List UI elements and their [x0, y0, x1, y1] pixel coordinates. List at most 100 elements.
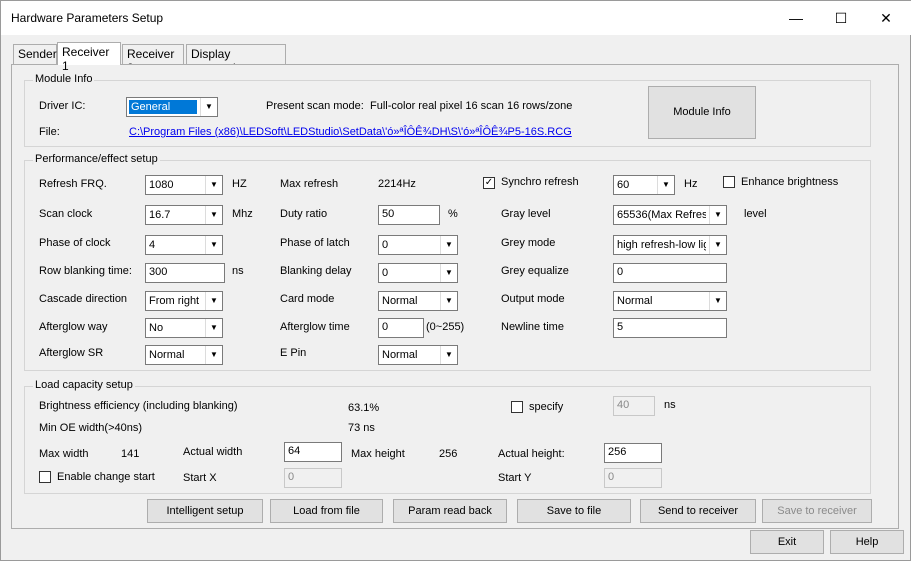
minimize-button[interactable]: — [773, 1, 819, 35]
param-read-back-button[interactable]: Param read back [393, 499, 507, 523]
output-mode-value: Normal [617, 295, 653, 307]
cascade-direction-label: Cascade direction [39, 293, 128, 305]
afterglow-way-select[interactable]: No ▼ [145, 318, 223, 338]
actual-height-input[interactable]: 256 [604, 443, 662, 463]
newline-time-input[interactable]: 5 [613, 318, 727, 338]
driver-ic-select[interactable]: General ▼ [126, 97, 218, 117]
tab-receiver-2[interactable]: Receiver 2 [122, 44, 184, 75]
max-width-value: 141 [121, 448, 140, 460]
blanking-delay-value: 0 [382, 267, 389, 279]
save-to-file-button[interactable]: Save to file [517, 499, 631, 523]
output-mode-label: Output mode [501, 293, 565, 305]
file-label: File: [39, 126, 60, 138]
start-x-input[interactable]: 0 [284, 468, 342, 488]
afterglow-time-input[interactable]: 0 [378, 318, 424, 338]
max-height-label: Max height [351, 448, 405, 460]
specify-unit: ns [664, 399, 676, 411]
min-oe-label: Min OE width(>40ns) [39, 422, 143, 434]
module-info-legend: Module Info [33, 73, 95, 85]
max-refresh-label: Max refresh [280, 178, 339, 190]
chevron-down-icon: ▼ [200, 98, 217, 116]
load-capacity-legend: Load capacity setup [33, 379, 135, 391]
enhance-brightness-label: Enhance brightness [741, 176, 839, 188]
tab-display-connection[interactable]: Display connection [186, 44, 286, 75]
grey-equalize-input[interactable]: 0 [613, 263, 727, 283]
window-title: Hardware Parameters Setup [11, 11, 164, 25]
phase-latch-select[interactable]: 0 ▼ [378, 235, 458, 255]
chevron-down-icon: ▼ [709, 206, 726, 224]
afterglow-way-value: No [149, 322, 164, 334]
driver-ic-label: Driver IC: [39, 100, 86, 112]
chevron-down-icon: ▼ [440, 264, 457, 282]
enable-change-start-label: Enable change start [57, 471, 155, 483]
row-blanking-input[interactable]: 300 [145, 263, 225, 283]
exit-button[interactable]: Exit [750, 530, 824, 554]
scan-mode-value: Full-color real pixel 16 scan 16 rows/zo… [370, 100, 573, 112]
enhance-brightness-checkbox[interactable] [723, 176, 735, 188]
tab-sender[interactable]: Sender [13, 44, 57, 64]
output-mode-select[interactable]: Normal ▼ [613, 291, 727, 311]
specify-input[interactable]: 40 [613, 396, 655, 416]
scan-clock-select[interactable]: 16.7 ▼ [145, 205, 223, 225]
refresh-frq-select[interactable]: 1080 ▼ [145, 175, 223, 195]
chevron-down-icon: ▼ [205, 236, 222, 254]
chevron-down-icon: ▼ [205, 292, 222, 310]
chevron-down-icon: ▼ [205, 176, 222, 194]
card-mode-label: Card mode [280, 293, 335, 305]
actual-width-input[interactable]: 64 [284, 442, 342, 462]
phase-clock-label: Phase of clock [39, 237, 111, 249]
maximize-button[interactable]: ☐ [818, 1, 864, 35]
phase-latch-label: Phase of latch [280, 237, 350, 249]
refresh-frq-unit: HZ [232, 178, 247, 190]
afterglow-time-label: Afterglow time [280, 321, 350, 333]
actual-width-label: Actual width [183, 446, 243, 458]
gray-level-select[interactable]: 65536(Max Refresh ▼ [613, 205, 727, 225]
epin-select[interactable]: Normal ▼ [378, 345, 458, 365]
start-x-label: Start X [183, 472, 217, 484]
card-mode-select[interactable]: Normal ▼ [378, 291, 458, 311]
phase-clock-select[interactable]: 4 ▼ [145, 235, 223, 255]
blanking-delay-label: Blanking delay [280, 265, 352, 277]
driver-ic-value: General [129, 100, 197, 114]
scan-clock-unit: Mhz [232, 208, 253, 220]
duty-ratio-unit: % [448, 208, 458, 220]
refresh-frq-value: 1080 [149, 179, 174, 191]
brightness-efficiency-value: 63.1% [348, 402, 380, 414]
start-y-input[interactable]: 0 [604, 468, 662, 488]
phase-latch-value: 0 [382, 239, 389, 251]
start-y-label: Start Y [498, 472, 532, 484]
duty-ratio-label: Duty ratio [280, 208, 328, 220]
save-to-receiver-button[interactable]: Save to receiver [762, 499, 872, 523]
cascade-direction-select[interactable]: From right to▼ [145, 291, 223, 311]
file-path-link[interactable]: C:\Program Files (x86)\LEDSoft\LEDStudio… [129, 126, 572, 138]
card-mode-value: Normal [382, 295, 418, 307]
duty-ratio-input[interactable]: 50 [378, 205, 440, 225]
close-button[interactable]: ✕ [863, 1, 909, 35]
blanking-delay-select[interactable]: 0 ▼ [378, 263, 458, 283]
scan-clock-value: 16.7 [149, 209, 171, 221]
max-height-value: 256 [439, 448, 458, 460]
afterglow-sr-select[interactable]: Normal ▼ [145, 345, 223, 365]
row-blanking-label: Row blanking time: [39, 265, 132, 277]
send-to-receiver-button[interactable]: Send to receiver [640, 499, 756, 523]
gray-level-unit: level [744, 208, 767, 220]
tab-receiver-1[interactable]: Receiver 1 [57, 42, 121, 73]
newline-time-label: Newline time [501, 321, 564, 333]
afterglow-way-label: Afterglow way [39, 321, 108, 333]
main-window: Hardware Parameters Setup — ☐ ✕ Sender R… [0, 0, 911, 561]
module-info-button[interactable]: Module Info [648, 86, 756, 139]
help-button[interactable]: Help [830, 530, 904, 554]
enable-change-start-checkbox[interactable] [39, 471, 51, 483]
specify-checkbox[interactable] [511, 401, 523, 413]
chevron-down-icon: ▼ [440, 346, 457, 364]
load-from-file-button[interactable]: Load from file [270, 499, 383, 523]
grey-mode-select[interactable]: high refresh-low ligh ▼ [613, 235, 727, 255]
intelligent-setup-button[interactable]: Intelligent setup [147, 499, 263, 523]
gray-level-label: Gray level [501, 208, 551, 220]
synchro-refresh-checkbox[interactable]: ✓ [483, 177, 495, 189]
brightness-efficiency-label: Brightness efficiency (including blankin… [39, 400, 238, 412]
title-bar: Hardware Parameters Setup — ☐ ✕ [1, 1, 911, 35]
min-oe-value: 73 ns [348, 422, 375, 434]
synchro-refresh-select[interactable]: 60 ▼ [613, 175, 675, 195]
refresh-frq-label: Refresh FRQ. [39, 178, 107, 190]
